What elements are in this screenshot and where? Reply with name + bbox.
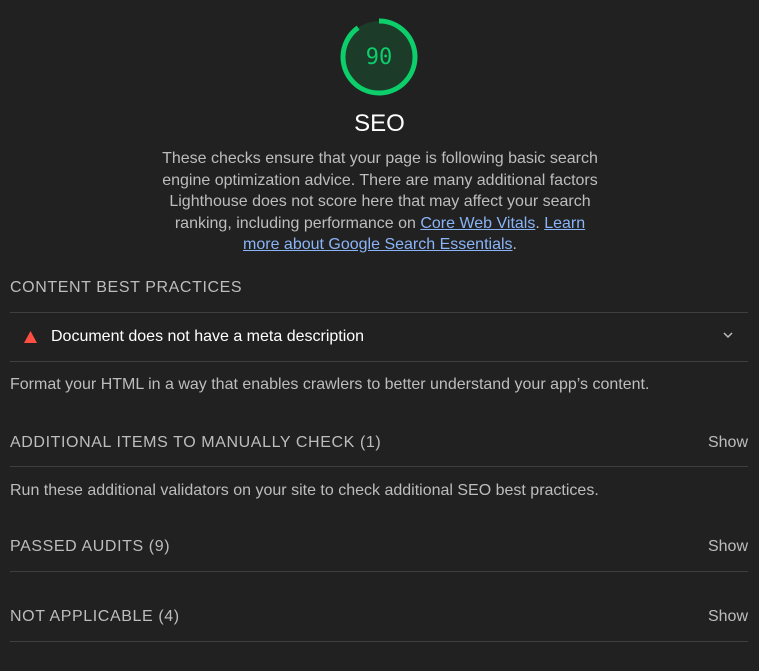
core-web-vitals-link[interactable]: Core Web Vitals <box>420 215 535 232</box>
divider <box>10 361 748 362</box>
show-manual-button[interactable]: Show <box>708 434 748 452</box>
chevron-down-icon[interactable] <box>722 329 734 341</box>
divider <box>10 571 748 572</box>
audit-meta-description[interactable]: Document does not have a meta descriptio… <box>10 312 748 361</box>
divider <box>10 641 748 642</box>
score-value: 90 <box>365 44 393 70</box>
show-not-applicable-button[interactable]: Show <box>708 608 748 626</box>
group-title-not-applicable: NOT APPLICABLE (4) <box>10 608 180 625</box>
score-gauge: 90 <box>339 17 419 97</box>
description-separator: . <box>535 214 545 232</box>
audit-title: Document does not have a meta descriptio… <box>51 327 365 345</box>
group-title-manual-checks: ADDITIONAL ITEMS TO MANUALLY CHECK (1) <box>10 434 382 451</box>
divider <box>10 466 748 467</box>
show-passed-button[interactable]: Show <box>708 538 748 556</box>
group-title-passed-audits: PASSED AUDITS (9) <box>10 538 171 555</box>
group-description-content: Format your HTML in a way that enables c… <box>10 376 650 393</box>
description-end: . <box>512 236 517 253</box>
triangle-icon <box>24 330 37 343</box>
group-description-manual: Run these additional validators on your … <box>10 482 599 499</box>
category-description: These checks ensure that your page is fo… <box>160 148 600 256</box>
category-title: SEO <box>354 110 405 137</box>
group-title-content-best-practices: CONTENT BEST PRACTICES <box>10 279 243 296</box>
